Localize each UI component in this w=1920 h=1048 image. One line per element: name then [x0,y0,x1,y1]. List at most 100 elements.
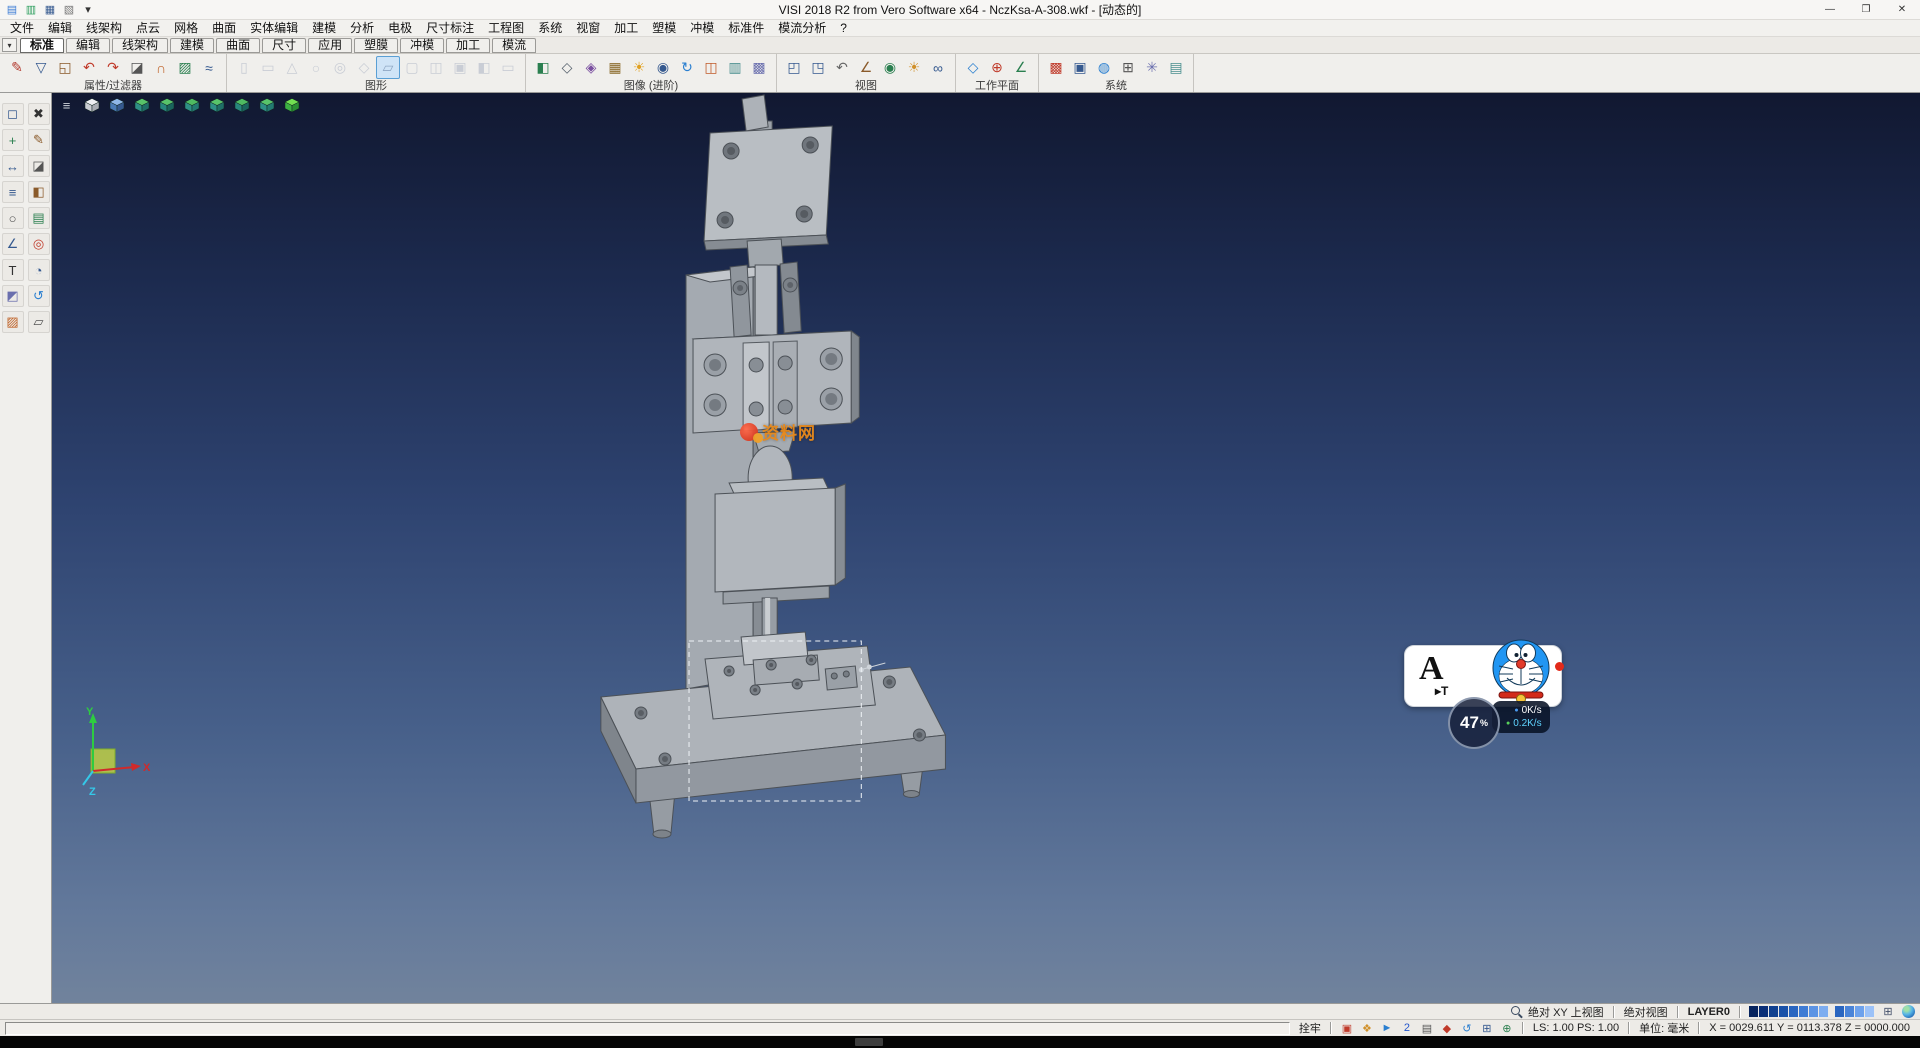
layer-color-bar[interactable] [1749,1006,1829,1017]
menu-item[interactable]: 尺寸标注 [419,20,481,36]
grid-settings-icon[interactable]: ⊞ [1116,56,1140,79]
undo-icon[interactable]: ↶ [77,56,101,79]
cylinder-icon[interactable]: ○ [2,207,24,229]
scale-label[interactable]: LS: 1.00 PS: 1.00 [1529,1022,1623,1034]
menu-item[interactable]: 建模 [305,20,343,36]
new-document-icon[interactable]: ▤ [3,2,21,18]
shaded-view-icon[interactable]: ◧ [531,56,555,79]
ribbon-tab[interactable]: 建模 [170,38,214,53]
depth-color-bar[interactable] [1835,1006,1875,1017]
selection-magnet-icon[interactable]: ∩ [149,56,173,79]
print-icon[interactable]: ▧ [60,2,78,18]
solid-box-icon[interactable]: ◧ [28,181,50,203]
clamp-body[interactable] [693,331,859,433]
render-quality-icon[interactable]: ❖ [1358,1021,1376,1036]
grid-display-icon[interactable]: ⊞ [1879,1004,1897,1019]
undo-view-icon[interactable]: ↺ [28,285,50,307]
extrude-icon[interactable]: ◇ [352,56,376,79]
workplane-icon[interactable]: ◇ [961,56,985,79]
view-top-icon[interactable] [105,95,128,115]
redo-icon[interactable]: ↷ [101,56,125,79]
view-left-icon[interactable] [180,95,203,115]
clipboard-icon[interactable]: ▭ [496,56,520,79]
cad-model[interactable] [52,93,1920,1003]
ribbon-tab[interactable]: 模流 [492,38,536,53]
capture-icon[interactable]: ▣ [1338,1021,1356,1036]
previous-view-icon[interactable]: ↶ [830,56,854,79]
snap-lock-label[interactable]: 拴牢 [1295,1020,1325,1036]
copy-attributes-icon[interactable]: ◱ [53,56,77,79]
ribbon-tab[interactable]: 编辑 [66,38,110,53]
paint-attributes-icon[interactable]: ▨ [173,56,197,79]
ribbon-tab[interactable]: 应用 [308,38,352,53]
menu-item[interactable]: 点云 [129,20,167,36]
revolve-icon[interactable]: ▱ [376,56,400,79]
view-right-icon[interactable] [205,95,228,115]
render-globe-icon[interactable] [1902,1005,1915,1018]
history-icon[interactable]: ◔ [28,259,50,281]
absolute-view-label[interactable]: 绝对视图 [1620,1004,1672,1020]
menu-item[interactable]: 分析 [343,20,381,36]
layers-icon[interactable]: ≡ [2,181,24,203]
menu-item[interactable]: 网格 [167,20,205,36]
stereo-view-icon[interactable]: ∞ [926,56,950,79]
grid-snap-icon[interactable]: ⊞ [1478,1021,1496,1036]
view-front-icon[interactable] [130,95,153,115]
menu-item[interactable]: 系统 [531,20,569,36]
clamp-clevis[interactable] [730,262,801,337]
selection-mode-icon[interactable]: ► [1378,1021,1396,1036]
menu-item[interactable]: 线架构 [79,20,129,36]
view-axo-left-icon[interactable] [230,95,253,115]
menu-item[interactable]: 冲模 [683,20,721,36]
ribbon-tab[interactable]: 塑膜 [354,38,398,53]
globe-settings-icon[interactable]: ◍ [1092,56,1116,79]
menu-item[interactable]: 文件 [3,20,41,36]
percent-badge[interactable]: 47 % [1448,697,1500,749]
transparency-icon[interactable]: ▥ [723,56,747,79]
visual-check-icon[interactable]: ◉ [878,56,902,79]
box-primitive-icon[interactable]: ▭ [256,56,280,79]
menu-item[interactable]: 曲面 [205,20,243,36]
ribbon-tab[interactable]: 标准 [20,38,64,53]
maximize-button[interactable]: ❐ [1848,0,1884,19]
angle-measure-icon[interactable]: ∠ [2,233,24,255]
texture-view-icon[interactable]: ▦ [603,56,627,79]
attribute-filter-icon[interactable]: ▽ [29,56,53,79]
ribbon-tab[interactable]: 线架构 [112,38,168,53]
dynamic-rotate-icon[interactable]: ↻ [675,56,699,79]
ribbon-tab[interactable]: 加工 [446,38,490,53]
minimize-button[interactable]: — [1812,0,1848,19]
viewport-canvas[interactable]: ≡ [52,93,1920,1003]
snap-target-icon[interactable]: ◎ [28,233,50,255]
close-button[interactable]: ✕ [1884,0,1920,19]
menu-item[interactable]: 视窗 [569,20,607,36]
system-monitor-icon[interactable]: ▣ [1068,56,1092,79]
light-settings-icon[interactable]: ☀ [627,56,651,79]
color-table-icon[interactable]: ▩ [1044,56,1068,79]
plot-icon[interactable]: ▤ [1418,1021,1436,1036]
hidden-line-icon[interactable]: ◈ [579,56,603,79]
image-settings-icon[interactable]: ▩ [747,56,771,79]
search-icon[interactable] [1511,1006,1520,1015]
windows-taskbar[interactable] [0,1036,1920,1048]
section-view-icon[interactable]: ◫ [699,56,723,79]
match-properties-icon[interactable]: ≈ [197,56,221,79]
save-icon[interactable]: ▦ [41,2,59,18]
view-back-icon[interactable] [155,95,178,115]
sweep-icon[interactable]: ▢ [400,56,424,79]
menu-item[interactable]: 电极 [381,20,419,36]
open-document-icon[interactable]: ▥ [22,2,40,18]
view-iso-icon[interactable] [80,95,103,115]
viewport-menu-icon[interactable]: ≡ [55,95,78,115]
active-layer-label[interactable]: LAYER0 [1684,1006,1734,1018]
view-light-icon[interactable]: ☀ [902,56,926,79]
ribbon-tab[interactable]: 冲模 [400,38,444,53]
second-view-icon[interactable]: 2 [1398,1021,1416,1036]
notes-icon[interactable]: ▤ [28,207,50,229]
taskbar-thumbnail[interactable] [855,1038,883,1046]
wireframe-view-icon[interactable]: ◇ [555,56,579,79]
wcs-icon[interactable]: ⊕ [1498,1021,1516,1036]
cylinder-primitive-icon[interactable]: ▯ [232,56,256,79]
menu-item[interactable]: ? [833,20,854,36]
profile-icon[interactable]: ▤ [1164,56,1188,79]
